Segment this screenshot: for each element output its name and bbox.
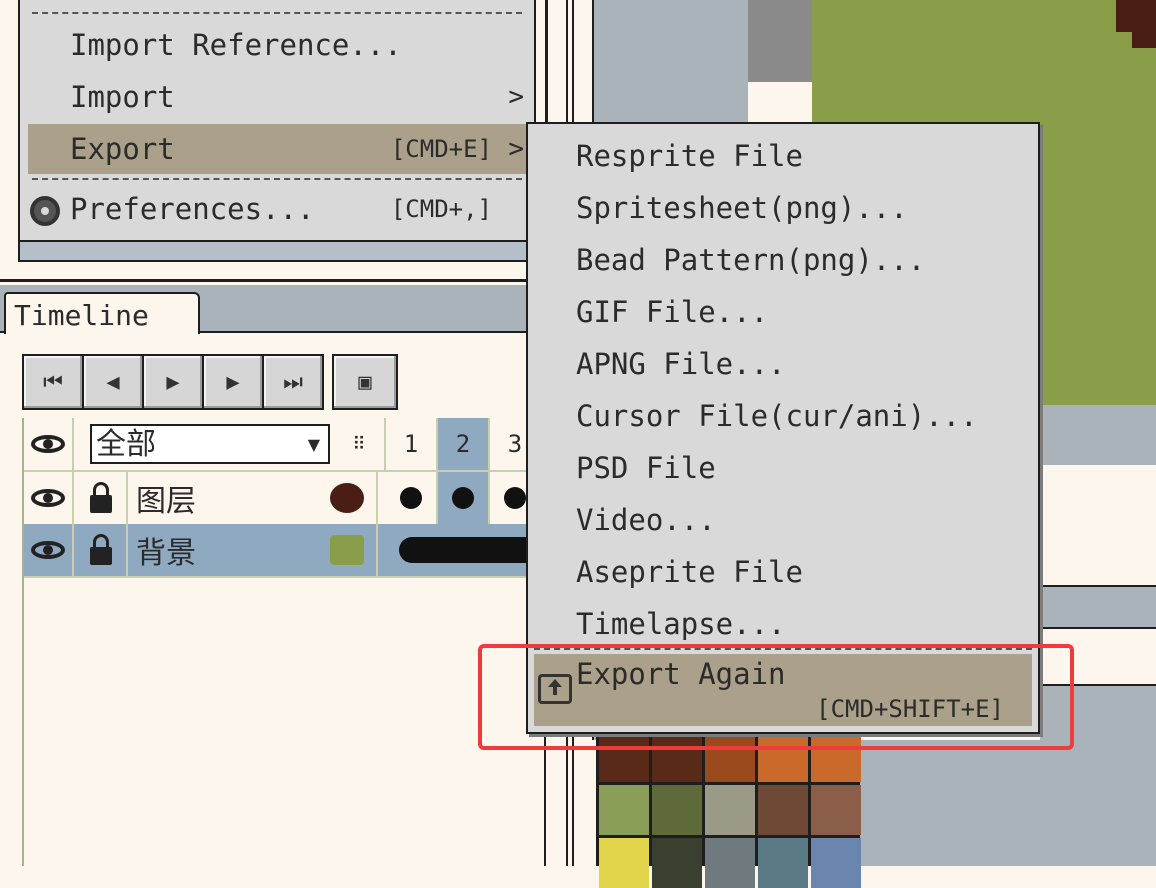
layer-visibility-toggle[interactable] (24, 524, 74, 576)
menu-item-video[interactable]: Video... (576, 494, 716, 546)
submenu-arrow-icon: > (508, 82, 524, 112)
menu-item-gif-file[interactable]: GIF File... (576, 286, 768, 338)
menu-item-preferences[interactable]: Preferences... [CMD+,] (28, 184, 526, 234)
palette-swatch[interactable] (599, 785, 649, 835)
loop-button[interactable]: ▣ (332, 354, 398, 410)
file-menu: Import Reference... Import > Export [CMD… (18, 0, 536, 262)
menu-item-aseprite-file[interactable]: Aseprite File (576, 546, 803, 598)
next-frame-button[interactable]: ▶ (202, 354, 264, 410)
menu-separator (32, 178, 522, 180)
layer-color-swatch (330, 483, 364, 513)
menu-item-apng-file[interactable]: APNG File... (576, 338, 786, 390)
gear-icon (30, 196, 60, 226)
palette-swatch[interactable] (705, 838, 755, 888)
frame-cel[interactable] (438, 472, 490, 524)
loop-icon: ▣ (358, 369, 372, 395)
canvas-tile (748, 0, 814, 82)
highlight-annotation (478, 644, 1074, 750)
tab-timeline[interactable]: Timeline (4, 292, 200, 336)
menu-item-label: Preferences... (70, 192, 315, 226)
menu-item-shortcut: [CMD+E] (390, 135, 492, 163)
frame-cel[interactable] (386, 472, 438, 524)
layer-visibility-toggle[interactable] (24, 472, 74, 524)
eye-icon (31, 541, 65, 559)
last-frame-button[interactable]: ⏭ (262, 354, 324, 410)
menu-item-timelapse[interactable]: Timelapse... (576, 598, 786, 650)
color-palette (596, 730, 861, 888)
palette-panel (858, 740, 1040, 866)
menu-item-label: Export (70, 132, 175, 166)
menu-footer (20, 240, 534, 260)
palette-swatch[interactable] (758, 785, 808, 835)
menu-item-label: Import (70, 80, 175, 114)
palette-swatch[interactable] (652, 785, 702, 835)
layer-color (318, 472, 378, 524)
previous-frame-button[interactable]: ◀ (82, 354, 144, 410)
layer-lock-toggle[interactable] (76, 524, 128, 576)
menu-item-shortcut: [CMD+,] (390, 195, 492, 223)
play-icon: ▶ (166, 369, 180, 395)
first-frame-button[interactable]: ⏮ (22, 354, 84, 410)
menu-item-psd-file[interactable]: PSD File (576, 442, 716, 494)
menu-item-bead-pattern[interactable]: Bead Pattern(png)... (576, 234, 925, 286)
layer-filter-value: 全部 (96, 427, 156, 462)
menu-item-resprite-file[interactable]: Resprite File (576, 130, 803, 182)
menu-item-spritesheet[interactable]: Spritesheet(png)... (576, 182, 908, 234)
cel-dot (400, 487, 422, 509)
eye-icon (31, 435, 65, 453)
export-submenu: Resprite File Spritesheet(png)... Bead P… (526, 122, 1040, 734)
cel-dot (452, 487, 474, 509)
cel-dot (504, 487, 526, 509)
menu-item-cursor-file[interactable]: Cursor File(cur/ani)... (576, 390, 978, 442)
sprite-pixel (1116, 0, 1156, 32)
menu-item-import-reference[interactable]: Import Reference... (28, 20, 526, 70)
layer-header-row: 全部 ▼ ⠿ 1 2 3 (24, 418, 544, 472)
lock-icon (90, 534, 112, 565)
toggle-all-visibility[interactable] (24, 418, 74, 470)
menu-item-import[interactable]: Import > (28, 72, 526, 122)
layer-lock-toggle[interactable] (76, 472, 128, 524)
palette-swatch[interactable] (811, 785, 861, 835)
sprite-pixel (1132, 30, 1156, 48)
menu-item-export[interactable]: Export [CMD+E] > (28, 124, 526, 174)
palette-swatch[interactable] (599, 838, 649, 888)
submenu-arrow-icon: > (508, 134, 524, 164)
menu-separator (32, 12, 522, 14)
menu-item-label: Import Reference... (70, 28, 402, 62)
layer-row-selected[interactable]: 背景 (24, 524, 544, 578)
canvas-background (1040, 405, 1156, 465)
layer-color-swatch (330, 535, 364, 565)
chevron-down-icon: ▼ (307, 435, 320, 454)
layer-grid: 全部 ▼ ⠿ 1 2 3 图层 背景 (22, 418, 544, 866)
play-button[interactable]: ▶ (142, 354, 204, 410)
frames-grid-icon[interactable]: ⠿ (334, 418, 386, 470)
palette-swatch[interactable] (705, 785, 755, 835)
step-forward-icon: ▶ (226, 369, 240, 395)
eye-icon (31, 489, 65, 507)
layer-filter-select[interactable]: 全部 ▼ (90, 424, 330, 464)
lock-icon (90, 482, 112, 513)
step-back-icon: ◀ (106, 369, 120, 395)
layer-row[interactable]: 图层 (24, 472, 544, 526)
palette-swatch[interactable] (758, 838, 808, 888)
skip-end-icon: ⏭ (283, 369, 303, 395)
frame-header-1[interactable]: 1 (386, 418, 438, 470)
linked-cel-bar (399, 537, 539, 563)
palette-swatch[interactable] (652, 838, 702, 888)
layer-color (318, 524, 378, 576)
frame-header-2[interactable]: 2 (438, 418, 490, 470)
palette-swatch[interactable] (811, 838, 861, 888)
frame-cel-span[interactable] (386, 524, 544, 576)
skip-start-icon: ⏮ (43, 369, 63, 395)
